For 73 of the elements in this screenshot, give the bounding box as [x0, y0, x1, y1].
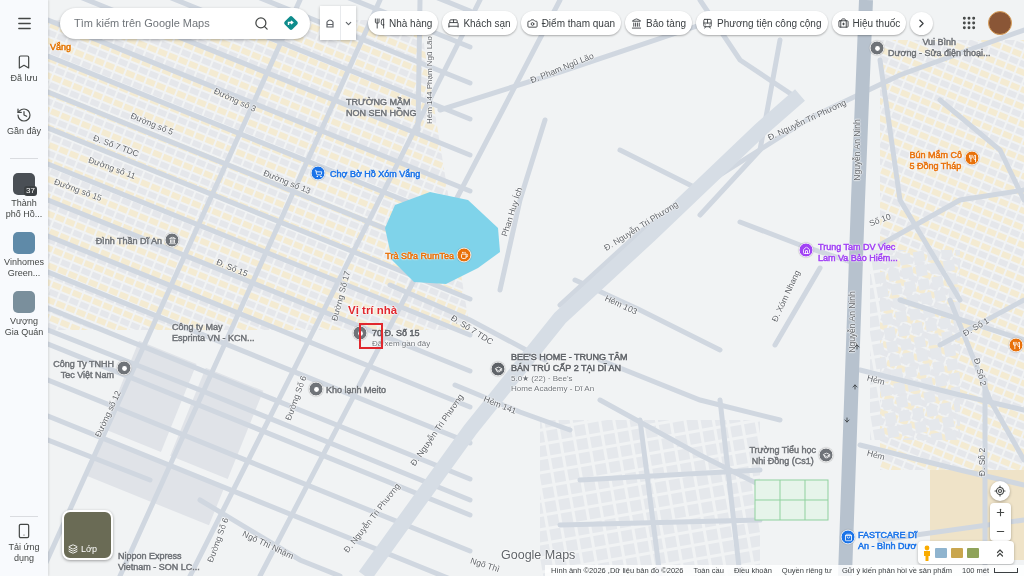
category-chip[interactable]: Hiệu thuốc — [831, 11, 907, 35]
street-label: Hẻm 144 Phạm Ngũ Lão — [426, 35, 434, 125]
street-label: Hẻm 103 — [603, 293, 639, 317]
street-label: Đ. Số 1 — [961, 316, 991, 338]
street-label: Đ. Số 7 TDC — [449, 313, 495, 347]
street-label: Ngõ Thì — [469, 556, 501, 574]
map-thumbnail[interactable] — [951, 547, 963, 558]
street-label: Nguyễn An Ninh — [847, 291, 857, 353]
sidebar-item[interactable]: Gần đây — [0, 107, 48, 137]
directions-icon — [283, 15, 299, 31]
download-app-item[interactable]: Tải ứng dụng — [0, 523, 48, 564]
place-details: 5.0★ (22) · Bee's Home Academy - Dĩ An — [511, 374, 595, 394]
category-chip[interactable]: Điểm tham quan — [520, 11, 621, 35]
street-label: Hẻm — [866, 448, 886, 462]
map-thumbnail[interactable] — [935, 547, 947, 558]
highlight-rectangle — [359, 323, 383, 349]
place-label[interactable]: Vui Bình Dương - Sửa điện thoại... — [888, 37, 991, 59]
category-chip[interactable]: Bảo tàng — [625, 11, 693, 35]
place-label[interactable]: Công ty May Esprinta VN - KCN... — [172, 322, 255, 344]
category-chip[interactable]: Nhà hàng — [368, 11, 439, 35]
layers-icon — [68, 544, 78, 554]
place-label[interactable]: Trung Tam DV Viec Lam Va Bảo Hiểm... — [818, 242, 898, 264]
photo-placeholder — [13, 291, 35, 313]
medical-bag-icon — [837, 17, 849, 29]
category-chip[interactable]: Khách sạn — [442, 11, 517, 35]
street-label: Đ. Phạm Ngũ Lão — [529, 51, 595, 85]
annotation-label: Vị trí nhà — [348, 304, 398, 316]
plus-icon — [995, 507, 1006, 518]
recent-place-item[interactable]: Vượng Gia Quán — [0, 291, 48, 338]
place-label[interactable]: Công Ty TNHH Tec Việt Nam — [53, 359, 114, 381]
bookmark-icon — [16, 54, 32, 70]
street-label: Đ. Số 7 TDC — [92, 133, 140, 159]
scale-bar — [994, 568, 1018, 573]
street-label: Nguyễn An Ninh — [852, 119, 862, 181]
place-label[interactable]: FASTCARE Dĩ An - Bình Dươ — [858, 530, 917, 552]
arrow-down-icon — [843, 416, 851, 424]
search-bar[interactable]: Tìm kiếm trên Google Maps — [60, 7, 310, 39]
street-label: Phan Huy Ích — [500, 186, 524, 238]
place-label[interactable]: BEE'S HOME - TRUNG TÂM BÁN TRÚ CẤP 2 TẠI DĨ AN — [511, 352, 628, 374]
street-label: Đ. Số 15 — [215, 257, 249, 279]
museum-icon — [631, 17, 642, 29]
camera-icon — [526, 17, 538, 29]
dome-icon — [325, 17, 335, 29]
map-thumbnail[interactable] — [967, 547, 979, 558]
street-label: Hẻm 141 — [482, 394, 518, 416]
search-input[interactable]: Tìm kiếm trên Google Maps — [74, 17, 244, 29]
grid-icon — [961, 15, 977, 31]
locate-icon — [994, 485, 1006, 497]
place-label[interactable]: Nippon Express Vietnam - SON LC... — [118, 551, 200, 573]
count-badge: 37 — [24, 186, 37, 196]
place-label[interactable]: Chợ Bờ Hồ Xóm Vắng — [330, 168, 421, 180]
recent-place-item[interactable]: 37 Thành phố Hồ... — [0, 173, 48, 220]
street-label: Hẻm — [866, 373, 886, 387]
street-label: Số 10 — [868, 212, 892, 228]
place-label[interactable]: TRƯỜNG MẦM NON SEN HỒNG — [346, 97, 417, 119]
place-label[interactable]: Kho lạnh Meito — [326, 384, 387, 396]
recent-place-item[interactable]: Vinhomes Green... — [0, 232, 48, 279]
place-label[interactable]: Đình Thần Dĩ An — [95, 235, 162, 247]
sidebar-item[interactable]: Đã lưu — [0, 54, 48, 84]
phone-icon — [16, 523, 32, 539]
arrow-up-icon — [851, 383, 859, 391]
photo-placeholder — [13, 232, 35, 254]
search-icon — [253, 15, 269, 31]
bed-icon — [448, 17, 460, 29]
tram-icon — [702, 17, 714, 29]
fork-knife-icon — [374, 17, 385, 29]
street-label: Đ. Số 2 — [972, 357, 988, 387]
street-label: Đ. Số 2 — [977, 447, 987, 477]
category-chip[interactable]: Phương tiện công cộng — [696, 11, 828, 35]
logo-text: Google Maps — [501, 548, 576, 562]
history-icon — [16, 107, 32, 123]
layers-button[interactable]: Lớp — [62, 510, 113, 560]
place-label[interactable]: Trường Tiểu học Nhi Đồng (Cs1) — [749, 445, 816, 467]
